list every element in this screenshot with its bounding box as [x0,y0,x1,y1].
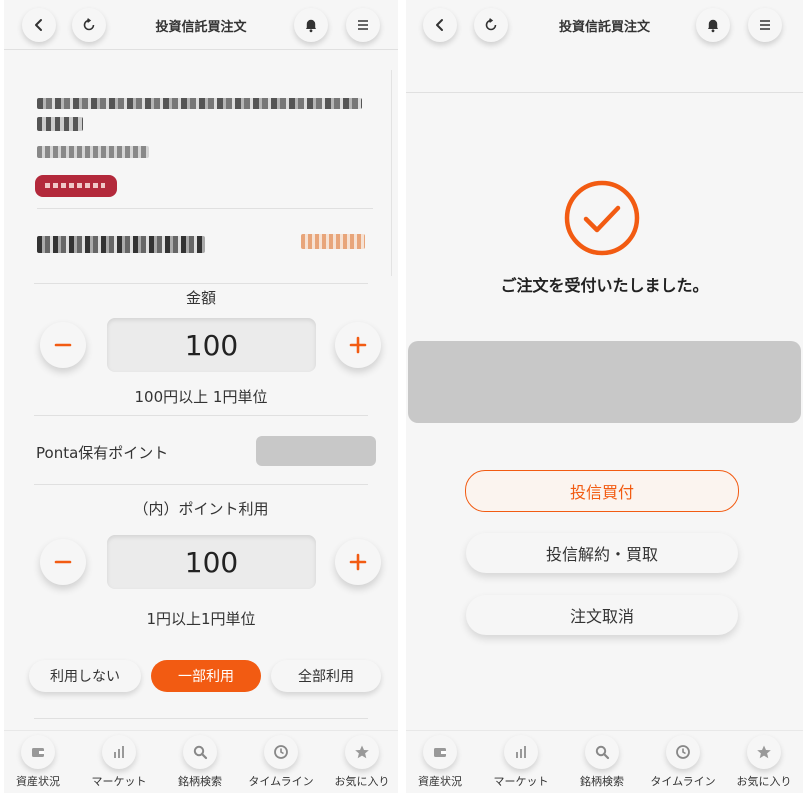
nav-assets[interactable]: 資産状況 [4,735,77,789]
bar-chart-icon [114,746,124,758]
bell-icon [306,19,316,33]
plus-icon [349,336,367,354]
amount-hint: 100円以上 1円単位 [134,388,268,406]
nav-label: 資産状況 [418,775,462,788]
nav-label: タイムライン [248,775,314,788]
menu-button[interactable] [748,8,782,42]
divider [34,484,368,485]
point-option-none[interactable]: 利用しない [29,660,141,692]
bar-chart-icon [516,746,526,758]
amount-decrease-button[interactable] [40,322,86,368]
fund-sell-button[interactable]: 投信解約・買取 [466,533,738,573]
divider [34,718,368,719]
hamburger-menu-icon [760,20,770,30]
check-circle-icon [564,180,640,256]
fund-price-redacted [37,236,205,253]
fund-name-redacted-line2 [37,117,83,131]
notification-button[interactable] [696,8,730,42]
bell-icon [708,19,718,33]
header-divider [4,49,398,50]
fund-buy-button[interactable]: 投信買付 [465,470,739,512]
top-bar: 投資信託買注文 [406,0,803,50]
nav-label: 銘柄検索 [178,775,222,788]
point-increase-button[interactable] [335,539,381,585]
fund-name-redacted [37,98,362,109]
ponta-points-redacted [256,436,376,466]
wallet-icon [32,748,44,757]
nav-label: 銘柄検索 [580,775,624,788]
nav-market[interactable]: マーケット [80,735,158,789]
nav-label: 資産状況 [16,775,60,788]
fund-subtitle-redacted [37,146,149,158]
fund-detail-link-redacted[interactable] [301,234,365,249]
amount-increase-button[interactable] [335,322,381,368]
plus-icon [349,553,367,571]
point-use-label: （内）ポイント利用 [133,500,269,518]
minus-icon [54,343,72,347]
hamburger-menu-icon [358,20,368,30]
bottom-nav: 資産状況 マーケット 銘柄検索 タイムライン お気に入り [406,730,803,793]
notification-button[interactable] [294,8,328,42]
nav-favorites[interactable]: お気に入り [725,735,803,789]
search-icon [193,745,208,760]
amount-label: 金額 [185,289,216,307]
point-use-input[interactable]: 100 [107,535,316,589]
card-divider [37,208,373,209]
nav-label: マーケット [493,775,549,788]
menu-button[interactable] [346,8,380,42]
order-accepted-message: ご注文を受付いたしました。 [500,276,709,295]
fund-info-card[interactable] [19,70,392,276]
ponta-points-label: Ponta保有ポイント [36,444,169,462]
star-icon [757,745,771,759]
point-use-hint: 1円以上1円単位 [146,610,256,628]
nav-search[interactable]: 銘柄検索 [161,735,239,789]
fund-tag [35,175,117,197]
clock-icon [676,745,690,759]
nav-market[interactable]: マーケット [482,735,560,789]
nav-label: マーケット [91,775,147,788]
nav-favorites[interactable]: お気に入り [323,735,398,789]
point-decrease-button[interactable] [40,539,86,585]
point-option-partial[interactable]: 一部利用 [151,660,261,692]
page-title: 投資信託買注文 [155,20,247,35]
order-details-redacted [408,341,801,423]
order-cancel-button[interactable]: 注文取消 [466,595,738,635]
amount-input[interactable]: 100 [107,318,316,372]
nav-label: タイムライン [650,775,716,788]
point-option-all[interactable]: 全部利用 [271,660,381,692]
bottom-nav: 資産状況 マーケット 銘柄検索 タイムライン お気に入り [4,730,398,793]
search-icon [595,745,610,760]
clock-icon [274,745,288,759]
nav-assets[interactable]: 資産状況 [406,735,479,789]
divider [34,283,368,284]
nav-search[interactable]: 銘柄検索 [563,735,641,789]
divider [34,415,368,416]
nav-label: お気に入り [736,775,792,788]
star-icon [355,745,369,759]
nav-timeline[interactable]: タイムライン [242,735,320,789]
order-screen: 投資信託買注文 金額 100 100円以上 1円単位 Ponta保有ポイント （… [4,0,398,793]
nav-label: お気に入り [334,775,390,788]
top-bar: 投資信託買注文 [4,0,398,50]
nav-timeline[interactable]: タイムライン [644,735,722,789]
minus-icon [54,560,72,564]
wallet-icon [434,748,446,757]
header-divider [406,92,803,93]
confirmation-screen: 投資信託買注文 ご注文を受付いたしました。 投信買付 投信解約・買取 注文取消 … [406,0,803,793]
page-title: 投資信託買注文 [558,20,650,35]
